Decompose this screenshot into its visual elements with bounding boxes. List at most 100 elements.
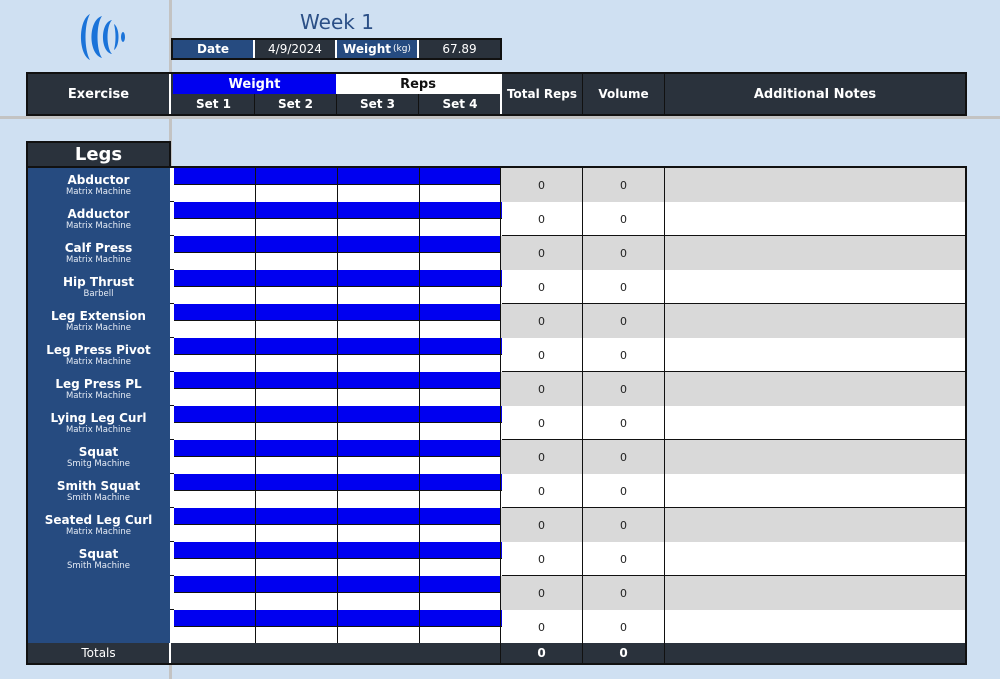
set-3-weight-input[interactable] — [338, 168, 420, 185]
set-4-reps-input[interactable] — [420, 253, 502, 270]
set-3-reps-input[interactable] — [338, 525, 420, 542]
exercise-cell[interactable] — [28, 610, 170, 644]
set-3-weight-input[interactable] — [338, 576, 420, 593]
set-4-weight-input[interactable] — [420, 440, 502, 457]
set-1-reps-input[interactable] — [174, 491, 256, 508]
set-1-reps-input[interactable] — [174, 457, 256, 474]
notes-cell[interactable] — [664, 474, 965, 508]
set-2-weight-input[interactable] — [256, 202, 338, 219]
set-4-weight-input[interactable] — [420, 542, 502, 559]
set-1-weight-input[interactable] — [174, 168, 256, 185]
set-3-weight-input[interactable] — [338, 304, 420, 321]
set-1-reps-input[interactable] — [174, 321, 256, 338]
exercise-cell[interactable]: Lying Leg Curl Matrix Machine — [28, 406, 170, 440]
exercise-cell[interactable]: Calf Press Matrix Machine — [28, 236, 170, 270]
set-2-weight-input[interactable] — [256, 508, 338, 525]
exercise-cell[interactable]: Hip Thrust Barbell — [28, 270, 170, 304]
set-2-reps-input[interactable] — [256, 355, 338, 372]
set-4-weight-input[interactable] — [420, 236, 502, 253]
set-1-reps-input[interactable] — [174, 559, 256, 576]
set-2-reps-input[interactable] — [256, 423, 338, 440]
set-4-weight-input[interactable] — [420, 576, 502, 593]
notes-cell[interactable] — [664, 440, 965, 474]
set-4-reps-input[interactable] — [420, 559, 502, 576]
set-4-weight-input[interactable] — [420, 474, 502, 491]
set-4-reps-input[interactable] — [420, 423, 502, 440]
set-4-weight-input[interactable] — [420, 508, 502, 525]
set-1-reps-input[interactable] — [174, 525, 256, 542]
set-3-reps-input[interactable] — [338, 457, 420, 474]
set-3-weight-input[interactable] — [338, 508, 420, 525]
notes-cell[interactable] — [664, 270, 965, 304]
set-1-reps-input[interactable] — [174, 627, 256, 644]
set-3-reps-input[interactable] — [338, 287, 420, 304]
set-1-weight-input[interactable] — [174, 372, 256, 389]
set-1-reps-input[interactable] — [174, 423, 256, 440]
set-4-weight-input[interactable] — [420, 338, 502, 355]
set-4-weight-input[interactable] — [420, 304, 502, 321]
set-2-weight-input[interactable] — [256, 168, 338, 185]
set-4-reps-input[interactable] — [420, 287, 502, 304]
notes-cell[interactable] — [664, 542, 965, 576]
notes-cell[interactable] — [664, 168, 965, 202]
set-1-reps-input[interactable] — [174, 355, 256, 372]
exercise-cell[interactable]: Smith Squat Smith Machine — [28, 474, 170, 508]
set-2-reps-input[interactable] — [256, 253, 338, 270]
set-1-reps-input[interactable] — [174, 219, 256, 236]
set-4-weight-input[interactable] — [420, 168, 502, 185]
set-2-weight-input[interactable] — [256, 576, 338, 593]
set-3-reps-input[interactable] — [338, 321, 420, 338]
notes-cell[interactable] — [664, 406, 965, 440]
exercise-cell[interactable]: Leg Press PL Matrix Machine — [28, 372, 170, 406]
set-1-weight-input[interactable] — [174, 576, 256, 593]
set-4-weight-input[interactable] — [420, 406, 502, 423]
set-3-reps-input[interactable] — [338, 219, 420, 236]
set-2-weight-input[interactable] — [256, 610, 338, 627]
set-4-reps-input[interactable] — [420, 525, 502, 542]
set-2-reps-input[interactable] — [256, 287, 338, 304]
notes-cell[interactable] — [664, 236, 965, 270]
set-3-weight-input[interactable] — [338, 338, 420, 355]
set-4-reps-input[interactable] — [420, 593, 502, 610]
set-3-reps-input[interactable] — [338, 559, 420, 576]
set-4-reps-input[interactable] — [420, 627, 502, 644]
exercise-cell[interactable]: Seated Leg Curl Matrix Machine — [28, 508, 170, 542]
notes-cell[interactable] — [664, 338, 965, 372]
notes-cell[interactable] — [664, 304, 965, 338]
set-1-weight-input[interactable] — [174, 270, 256, 287]
set-1-weight-input[interactable] — [174, 236, 256, 253]
set-1-weight-input[interactable] — [174, 508, 256, 525]
set-2-weight-input[interactable] — [256, 304, 338, 321]
set-2-weight-input[interactable] — [256, 270, 338, 287]
set-2-weight-input[interactable] — [256, 236, 338, 253]
set-2-reps-input[interactable] — [256, 185, 338, 202]
set-1-reps-input[interactable] — [174, 593, 256, 610]
set-2-weight-input[interactable] — [256, 406, 338, 423]
set-1-reps-input[interactable] — [174, 185, 256, 202]
set-1-weight-input[interactable] — [174, 202, 256, 219]
set-2-reps-input[interactable] — [256, 321, 338, 338]
exercise-cell[interactable]: Leg Extension Matrix Machine — [28, 304, 170, 338]
set-3-weight-input[interactable] — [338, 440, 420, 457]
set-2-weight-input[interactable] — [256, 338, 338, 355]
set-2-reps-input[interactable] — [256, 457, 338, 474]
set-4-weight-input[interactable] — [420, 202, 502, 219]
set-3-reps-input[interactable] — [338, 185, 420, 202]
set-3-weight-input[interactable] — [338, 236, 420, 253]
set-2-reps-input[interactable] — [256, 525, 338, 542]
set-3-reps-input[interactable] — [338, 491, 420, 508]
set-3-reps-input[interactable] — [338, 355, 420, 372]
set-1-weight-input[interactable] — [174, 474, 256, 491]
set-3-weight-input[interactable] — [338, 202, 420, 219]
set-2-weight-input[interactable] — [256, 440, 338, 457]
notes-cell[interactable] — [664, 508, 965, 542]
set-1-weight-input[interactable] — [174, 406, 256, 423]
set-4-reps-input[interactable] — [420, 355, 502, 372]
set-1-weight-input[interactable] — [174, 542, 256, 559]
notes-cell[interactable] — [664, 576, 965, 610]
set-2-weight-input[interactable] — [256, 372, 338, 389]
set-1-weight-input[interactable] — [174, 304, 256, 321]
set-2-reps-input[interactable] — [256, 219, 338, 236]
set-3-weight-input[interactable] — [338, 474, 420, 491]
exercise-cell[interactable]: Squat Smith Machine — [28, 542, 170, 576]
